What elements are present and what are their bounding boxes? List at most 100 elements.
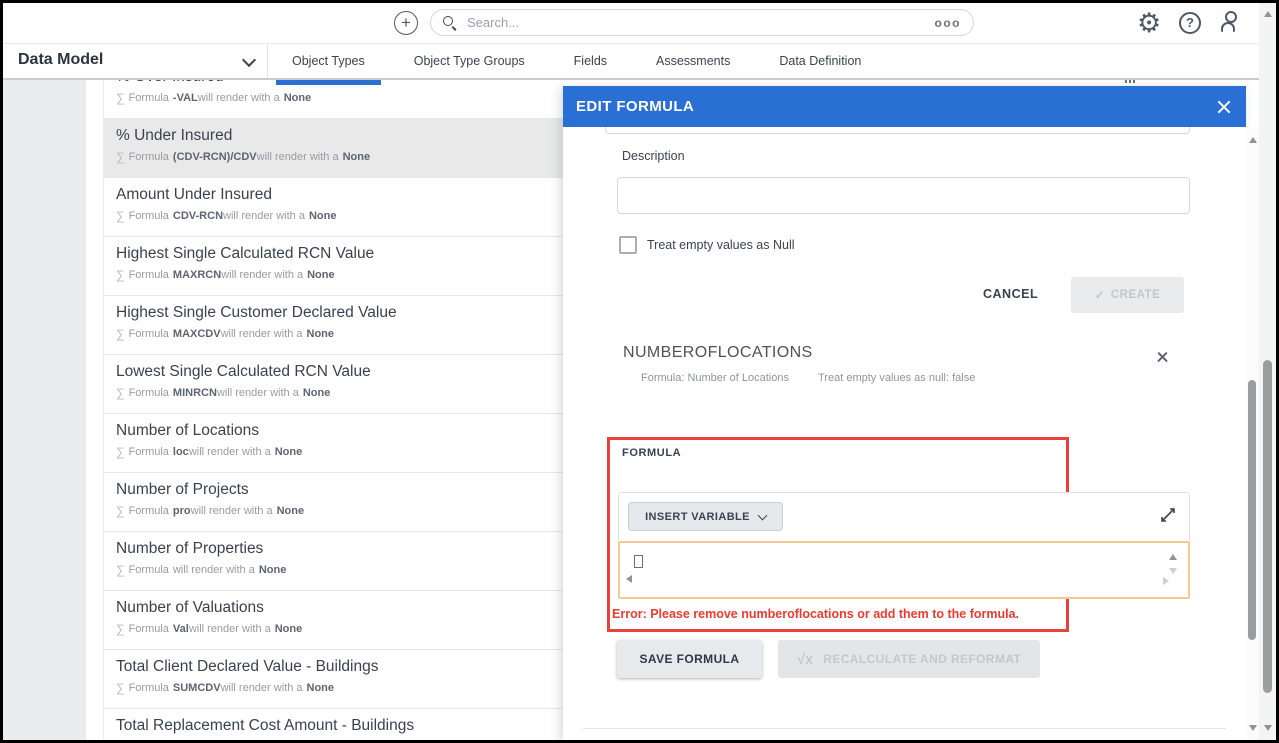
field-formula-summary: ∑ Formula MAXRCN will render with a None	[116, 268, 563, 282]
list-item[interactable]: Number of Valuations ∑ Formula Val will …	[104, 591, 563, 650]
field-title: Number of Valuations	[116, 599, 563, 617]
search-icon	[443, 16, 457, 30]
expand-icon[interactable]	[1160, 507, 1176, 523]
formula-section-label: FORMULA	[622, 447, 681, 459]
insert-variable-button[interactable]: INSERT VARIABLE	[628, 502, 783, 531]
remove-variable-icon[interactable]	[1156, 350, 1169, 363]
sigma-icon: ∑	[116, 681, 125, 695]
scroll-up-icon[interactable]	[1169, 554, 1177, 560]
modal-footer-divider	[583, 728, 1226, 729]
field-formula-summary: ∑ Formula CDV-RCN will render with a Non…	[116, 209, 563, 223]
list-item[interactable]: Amount Under Insured ∑ Formula CDV-RCN w…	[104, 178, 563, 237]
treat-null-label: Treat empty values as Null	[647, 238, 795, 252]
sigma-icon: ∑	[116, 563, 125, 577]
save-formula-button[interactable]: SAVE FORMULA	[617, 640, 762, 678]
create-button[interactable]: ✓ CREATE	[1071, 277, 1184, 313]
tab-label: Fields	[574, 54, 607, 68]
tab-bar: Object Types Object Type Groups Fields A…	[276, 44, 877, 78]
app-canvas: + ooo ⚙ ? Data Model Object Types	[3, 3, 1276, 740]
formula-textarea[interactable]	[618, 541, 1190, 599]
variable-formula-meta: Formula: Number of Locations	[641, 372, 789, 384]
app-menu-dropdown[interactable]: Data Model	[18, 51, 103, 69]
field-title: Number of Projects	[116, 481, 563, 499]
field-formula-summary: ∑ Formula MAXCDV will render with a None	[116, 327, 563, 341]
tab-label: Object Type Groups	[414, 54, 525, 68]
field-title: Amount Under Insured	[116, 186, 563, 204]
sigma-icon: ∑	[116, 150, 125, 164]
tab-label: Object Types	[292, 54, 365, 68]
add-icon[interactable]: +	[394, 11, 418, 35]
help-icon[interactable]: ?	[1179, 12, 1201, 34]
modal-header: EDIT FORMULA	[563, 86, 1246, 127]
modal-scroll-up-icon[interactable]	[1249, 137, 1257, 143]
search-input[interactable]	[465, 14, 935, 31]
app-window: + ooo ⚙ ? Data Model Object Types	[0, 0, 1279, 743]
sigma-icon: ∑	[116, 504, 125, 518]
page-scrollbar-thumb[interactable]	[1263, 360, 1272, 693]
clipped-input-fragment	[605, 127, 1190, 134]
search-bar[interactable]: ooo	[430, 9, 974, 36]
gear-icon[interactable]: ⚙	[1137, 7, 1161, 39]
tab[interactable]: Assessments	[640, 44, 746, 78]
list-item[interactable]: % Under Insured ∑ Formula (CDV-RCN)/CDV …	[104, 119, 563, 178]
cancel-button[interactable]: CANCEL	[983, 287, 1038, 301]
list-item[interactable]: Number of Properties ∑ Formula will rend…	[104, 532, 563, 591]
field-title: Lowest Single Calculated RCN Value	[116, 363, 563, 381]
list-item[interactable]: Total Replacement Cost Amount - Building…	[104, 709, 563, 740]
edit-formula-modal: EDIT FORMULA Description Treat empty val…	[563, 86, 1246, 740]
tab[interactable]: Object Type Groups	[398, 44, 541, 78]
chevron-down-icon	[242, 53, 256, 67]
field-title: Highest Single Customer Declared Value	[116, 304, 563, 322]
profile-icon[interactable]	[1219, 11, 1241, 33]
field-title: Total Client Declared Value - Buildings	[116, 658, 563, 676]
variable-null-meta: Treat empty values as null: false	[818, 372, 975, 384]
sigma-icon: ∑	[116, 268, 125, 282]
tab[interactable]: Data Definition	[763, 44, 877, 78]
modal-scroll-down-icon[interactable]	[1249, 725, 1257, 731]
page-scroll-up-icon[interactable]	[1264, 11, 1272, 17]
modal-title: EDIT FORMULA	[576, 98, 694, 115]
field-title: Total Replacement Cost Amount - Building…	[116, 717, 563, 735]
sigma-icon: ∑	[116, 327, 125, 341]
list-item[interactable]: Number of Locations ∑ Formula loc will r…	[104, 414, 563, 473]
field-formula-summary: ∑ Formula -VAL will render with a None	[116, 91, 563, 105]
field-formula-summary: ∑ Formula MINRCN will render with a None	[116, 386, 563, 400]
list-item[interactable]: Lowest Single Calculated RCN Value ∑ For…	[104, 355, 563, 414]
field-title: Highest Single Calculated RCN Value	[116, 245, 563, 263]
formula-error-message: Error: Please remove numberoflocations o…	[612, 607, 1019, 621]
chevron-down-icon	[757, 510, 767, 520]
list-item[interactable]: Highest Single Calculated RCN Value ∑ Fo…	[104, 237, 563, 296]
treat-null-checkbox[interactable]	[619, 236, 637, 254]
field-formula-summary: ∑ Formula pro will render with a None	[116, 504, 563, 518]
modal-scrollbar-thumb[interactable]	[1248, 380, 1256, 640]
tab-label: Assessments	[656, 54, 730, 68]
list-item[interactable]: Highest Single Customer Declared Value ∑…	[104, 296, 563, 355]
sigma-icon: ∑	[116, 209, 125, 223]
tab[interactable]: Fields	[558, 44, 623, 78]
nav-bar: Data Model Object Types Object Type Grou…	[3, 44, 1276, 80]
nav-divider	[267, 44, 268, 78]
scroll-right-icon[interactable]	[1163, 577, 1169, 585]
description-input[interactable]	[617, 177, 1190, 214]
field-title: % Under Insured	[116, 127, 563, 145]
field-title: Number of Locations	[116, 422, 563, 440]
close-icon[interactable]	[1216, 99, 1232, 115]
field-formula-summary: ∑ Formula Val will render with a None	[116, 622, 563, 636]
field-title: Number of Properties	[116, 540, 563, 558]
description-label: Description	[622, 149, 685, 163]
field-formula-summary: ∑ Formula loc will render with a None	[116, 445, 563, 459]
cursor-placeholder-glyph	[634, 555, 643, 568]
formula-field-list: % Over Insured ∑ Formula -VAL will rende…	[103, 44, 563, 740]
scroll-down-icon[interactable]	[1169, 568, 1177, 574]
sigma-icon: ∑	[116, 91, 125, 105]
list-item[interactable]: Number of Projects ∑ Formula pro will re…	[104, 473, 563, 532]
sigma-icon: ∑	[116, 445, 125, 459]
sigma-icon: ∑	[116, 622, 125, 636]
recalculate-button[interactable]: √x RECALCULATE AND REFORMAT	[778, 640, 1040, 678]
page-scroll-down-icon[interactable]	[1264, 725, 1272, 731]
check-icon: ✓	[1095, 288, 1105, 302]
scroll-left-icon[interactable]	[626, 575, 632, 583]
tab[interactable]: Object Types	[276, 44, 381, 78]
search-options-icon[interactable]: ooo	[935, 16, 962, 30]
list-item[interactable]: Total Client Declared Value - Buildings …	[104, 650, 563, 709]
